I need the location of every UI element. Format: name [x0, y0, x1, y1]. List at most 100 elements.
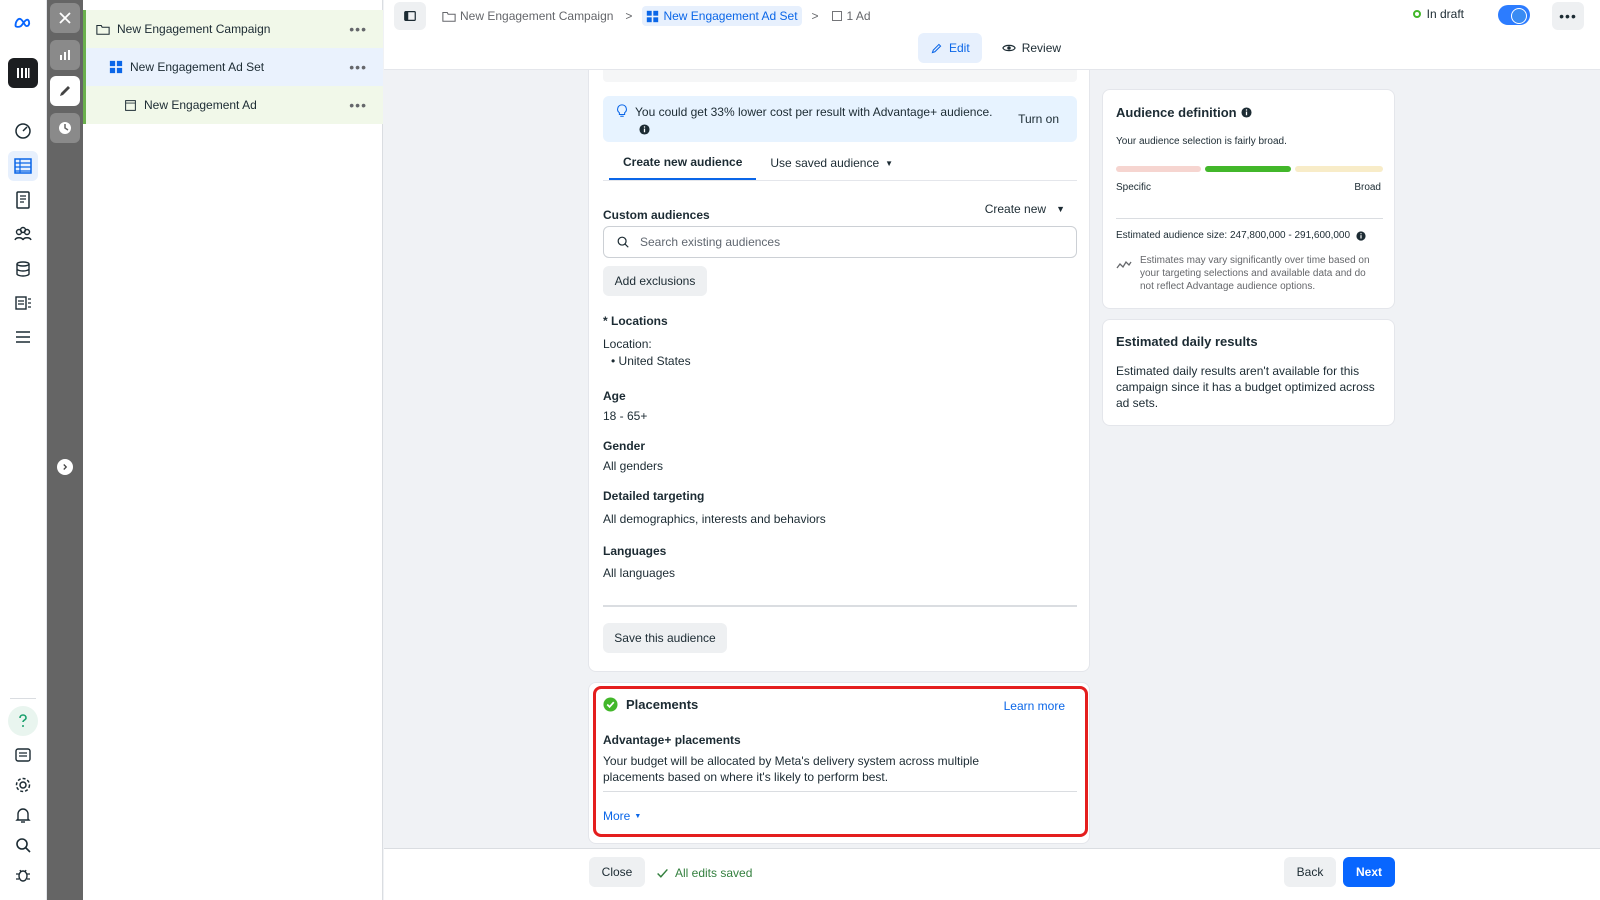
section-divider — [603, 605, 1077, 607]
breadcrumb-campaign[interactable]: New Engagement Campaign — [440, 6, 615, 26]
add-exclusions-button[interactable]: Add exclusions — [603, 266, 707, 296]
audiences-icon[interactable] — [8, 219, 38, 249]
age-value: 18 - 65+ — [603, 409, 648, 423]
left-nav — [0, 0, 47, 900]
news-icon[interactable] — [8, 740, 38, 770]
custom-audiences-label: Custom audiences — [603, 208, 710, 222]
folder-icon — [95, 21, 111, 37]
estimates-note: Estimates may vary significantly over ti… — [1140, 255, 1370, 292]
previous-section-edge — [603, 70, 1077, 82]
campaigns-table-icon[interactable] — [8, 151, 38, 181]
on-off-toggle[interactable] — [1498, 5, 1530, 25]
tab-label: Edit — [949, 41, 970, 55]
tree-item-campaign[interactable]: New Engagement Campaign ••• — [83, 10, 383, 48]
info-icon — [1241, 107, 1252, 118]
turn-on-button[interactable]: Turn on — [1018, 112, 1059, 126]
gender-label: Gender — [603, 439, 646, 453]
daily-results-text: Estimated daily results aren't available… — [1116, 364, 1375, 410]
breadcrumb-label: New Engagement Campaign — [460, 9, 614, 23]
save-audience-button[interactable]: Save this audience — [603, 623, 727, 653]
caret-down-icon: ▼ — [1056, 204, 1065, 214]
breadcrumb-label: 1 Ad — [846, 9, 871, 23]
tab-edit[interactable]: Edit — [918, 33, 982, 63]
folder-icon — [442, 11, 456, 22]
draft-status: In draft — [1412, 7, 1464, 21]
reporting-chart-icon[interactable] — [50, 40, 80, 70]
next-button[interactable]: Next — [1343, 857, 1395, 887]
languages-value: All languages — [603, 566, 676, 580]
billing-icon[interactable] — [8, 254, 38, 284]
meter-broad-label: Broad — [1354, 182, 1381, 193]
panel-title-text: Audience definition — [1116, 105, 1237, 120]
more-menu-button[interactable]: ••• — [1552, 2, 1584, 30]
catalog-icon[interactable] — [8, 288, 38, 318]
account-avatar[interactable] — [8, 58, 38, 88]
breadcrumb-label: New Engagement Ad Set — [663, 9, 798, 23]
expand-chevron-icon[interactable] — [57, 459, 73, 475]
tree-item-adset[interactable]: New Engagement Ad Set ••• — [83, 48, 383, 86]
breadcrumb: New Engagement Campaign > New Engagement… — [440, 6, 873, 26]
status-dot-icon — [1412, 10, 1421, 18]
status-label: In draft — [1426, 7, 1464, 21]
detailed-targeting-value: All demographics, interests and behavior… — [603, 512, 826, 526]
location-item: • United States — [611, 354, 691, 368]
tree-item-ad[interactable]: New Engagement Ad ••• — [83, 86, 383, 124]
daily-results-panel: Estimated daily results Estimated daily … — [1102, 319, 1395, 426]
location-sublabel: Location: — [603, 337, 652, 351]
search-icon[interactable] — [8, 830, 38, 860]
lightbulb-icon — [615, 104, 629, 121]
detailed-targeting-label: Detailed targeting — [603, 489, 705, 503]
age-label: Age — [603, 389, 626, 403]
trend-icon — [1116, 256, 1132, 275]
more-options-icon[interactable]: ••• — [349, 59, 367, 75]
history-clock-icon[interactable] — [50, 113, 80, 143]
ad-icon — [122, 97, 138, 113]
help-icon[interactable] — [8, 706, 38, 736]
tree-item-label: New Engagement Campaign — [117, 22, 271, 36]
tab-label: Use saved audience — [770, 156, 880, 170]
tab-create-new-audience[interactable]: Create new audience — [609, 146, 757, 180]
tabs-underline — [603, 180, 1077, 181]
nav-divider — [10, 698, 36, 699]
ad-icon — [831, 11, 842, 21]
panel-divider — [1116, 218, 1383, 219]
info-icon[interactable] — [639, 124, 650, 138]
audience-size-text: Estimated audience size: 247,800,000 - 2… — [1116, 230, 1351, 241]
audience-card: You could get 33% lower cost per result … — [588, 70, 1090, 672]
tab-use-saved-audience[interactable]: Use saved audience ▼ — [756, 146, 907, 180]
top-bar: New Engagement Campaign > New Engagement… — [384, 0, 1600, 70]
save-status-text: All edits saved — [675, 866, 753, 880]
audience-breadth-meter — [1116, 166, 1383, 172]
caret-down-icon: ▼ — [885, 158, 894, 168]
bottom-bar: Close All edits saved Back Next — [384, 848, 1600, 900]
search-audiences-input[interactable]: Search existing audiences — [603, 226, 1077, 258]
close-button[interactable]: Close — [589, 857, 645, 887]
placements-highlight-box — [593, 686, 1088, 837]
tab-review[interactable]: Review — [990, 33, 1073, 63]
campaign-tree: New Engagement Campaign ••• New Engageme… — [83, 0, 383, 900]
audience-definition-panel: Audience definition Your audience select… — [1102, 89, 1395, 309]
breadcrumb-adset[interactable]: New Engagement Ad Set — [642, 6, 802, 26]
create-new-dropdown[interactable]: Create new ▼ — [985, 202, 1065, 216]
search-placeholder: Search existing audiences — [640, 235, 781, 249]
meta-logo-icon[interactable] — [8, 8, 38, 38]
breadcrumb-ads[interactable]: 1 Ad — [829, 6, 873, 26]
eye-icon — [1001, 44, 1016, 52]
dashboard-icon[interactable] — [8, 115, 38, 145]
menu-icon[interactable] — [8, 322, 38, 352]
adset-grid-icon — [647, 10, 659, 22]
edit-pencil-icon[interactable] — [50, 76, 80, 106]
settings-gear-icon[interactable] — [8, 770, 38, 800]
bug-report-icon[interactable] — [8, 860, 38, 890]
notifications-bell-icon[interactable] — [8, 800, 38, 830]
back-button[interactable]: Back — [1284, 857, 1336, 887]
close-icon[interactable] — [50, 3, 80, 33]
more-options-icon[interactable]: ••• — [349, 21, 367, 37]
panel-toggle-icon[interactable] — [394, 2, 426, 30]
edit-pencil-icon — [931, 43, 942, 53]
meter-specific-label: Specific — [1116, 182, 1152, 193]
save-status: All edits saved — [656, 866, 752, 880]
more-options-icon[interactable]: ••• — [349, 97, 367, 113]
audience-definition-title: Audience definition — [1116, 105, 1252, 120]
pages-icon[interactable] — [8, 185, 38, 215]
